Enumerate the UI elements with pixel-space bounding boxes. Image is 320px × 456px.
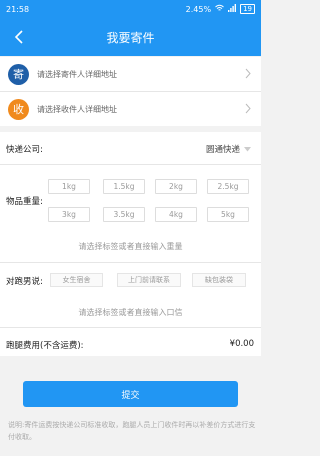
weight-input-hint[interactable]: 请选择标签或者直接输入重量: [0, 241, 261, 252]
network-speed: 2.45%: [185, 4, 212, 14]
dropdown-arrow-icon: [244, 146, 251, 151]
signal-icon: [228, 4, 237, 14]
back-icon[interactable]: [8, 26, 30, 48]
runner-note-label: 对跑男说:: [6, 277, 43, 287]
courier-label: 快递公司:: [6, 145, 43, 155]
submit-button[interactable]: 提交: [23, 381, 238, 407]
weight-option[interactable]: 1.5kg: [103, 179, 145, 194]
chevron-right-icon: [245, 68, 251, 82]
battery-icon: 19: [240, 4, 255, 14]
weight-option[interactable]: 3.5kg: [103, 207, 145, 222]
weight-option[interactable]: 2.5kg: [207, 179, 249, 194]
sender-address-placeholder: 请选择寄件人详细地址: [37, 69, 117, 79]
weight-option[interactable]: 5kg: [207, 207, 249, 222]
footer-note: 说明:寄件运费按快递公司标准收取，跑腿人员上门收件时再以补差价方式进行支付收取。: [8, 421, 256, 441]
weight-option[interactable]: 2kg: [155, 179, 197, 194]
status-time: 21:58: [6, 4, 30, 14]
receiver-badge-icon: 收: [8, 98, 29, 120]
status-bar: 21:58 2.45% 19: [0, 0, 261, 18]
weight-label: 物品重量:: [6, 197, 43, 207]
sender-badge-icon: 寄: [8, 63, 29, 85]
courier-value: 圆通快递: [205, 145, 240, 155]
runner-note-tag[interactable]: 女生宿舍: [50, 273, 103, 287]
status-indicators: 2.45% 19: [186, 4, 255, 14]
weight-option[interactable]: 4kg: [155, 207, 197, 222]
sender-address-row[interactable]: 寄 请选择寄件人详细地址: [0, 57, 261, 91]
weight-option[interactable]: 3kg: [48, 207, 90, 222]
fee-label: 跑腿费用(不含运费):: [6, 341, 84, 351]
divider: [0, 262, 261, 263]
divider: [0, 164, 261, 165]
page-title: 我要寄件: [106, 30, 155, 45]
fee-value: ¥0.00: [229, 339, 254, 349]
receiver-address-placeholder: 请选择收件人详细地址: [37, 104, 117, 114]
receiver-address-row[interactable]: 收 请选择收件人详细地址: [0, 92, 261, 126]
divider: [0, 327, 261, 328]
wifi-icon: [215, 4, 224, 14]
nav-bar: 我要寄件: [0, 18, 261, 56]
chevron-right-icon: [245, 103, 251, 117]
weight-option[interactable]: 1kg: [48, 179, 90, 194]
runner-note-tag[interactable]: 缺包装袋: [192, 273, 246, 287]
runner-note-input-hint[interactable]: 请选择标签或者直接输入口信: [0, 307, 261, 318]
courier-select[interactable]: 圆通快递: [206, 143, 251, 155]
runner-note-tag[interactable]: 上门前请联系: [117, 273, 181, 287]
